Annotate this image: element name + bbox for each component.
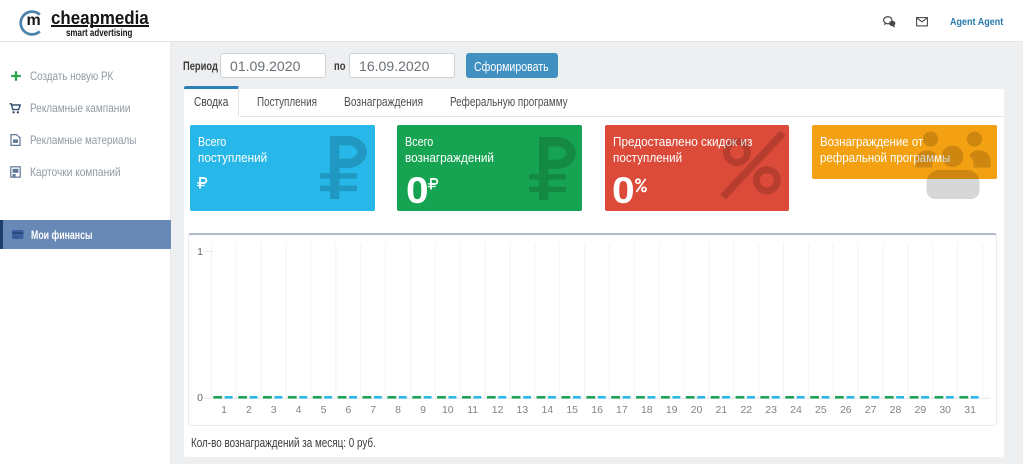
svg-text:12: 12: [492, 404, 504, 416]
svg-text:17: 17: [616, 404, 628, 416]
svg-text:28: 28: [890, 404, 902, 416]
svg-text:3: 3: [271, 404, 277, 416]
svg-text:29: 29: [915, 404, 927, 416]
svg-text:2: 2: [246, 404, 252, 416]
svg-text:16: 16: [591, 404, 603, 416]
svg-text:11: 11: [467, 404, 478, 416]
svg-text:27: 27: [865, 404, 877, 416]
svg-text:31: 31: [964, 404, 976, 416]
svg-text:13: 13: [517, 404, 529, 416]
svg-text:23: 23: [765, 404, 777, 416]
svg-text:0: 0: [197, 392, 203, 404]
svg-text:9: 9: [420, 404, 426, 416]
svg-text:19: 19: [666, 404, 678, 416]
svg-text:21: 21: [716, 404, 728, 416]
svg-text:24: 24: [790, 404, 802, 416]
svg-text:15: 15: [566, 404, 578, 416]
svg-text:18: 18: [641, 404, 653, 416]
svg-text:25: 25: [815, 404, 827, 416]
svg-text:7: 7: [370, 404, 376, 416]
svg-text:8: 8: [395, 404, 401, 416]
svg-text:22: 22: [740, 404, 752, 416]
svg-text:20: 20: [691, 404, 703, 416]
svg-text:30: 30: [939, 404, 951, 416]
svg-text:5: 5: [321, 404, 327, 416]
svg-text:6: 6: [345, 404, 351, 416]
svg-text:14: 14: [541, 404, 553, 416]
svg-text:1: 1: [221, 404, 227, 416]
svg-text:10: 10: [442, 404, 454, 416]
svg-text:4: 4: [296, 404, 302, 416]
svg-text:1: 1: [197, 246, 203, 258]
svg-text:26: 26: [840, 404, 852, 416]
